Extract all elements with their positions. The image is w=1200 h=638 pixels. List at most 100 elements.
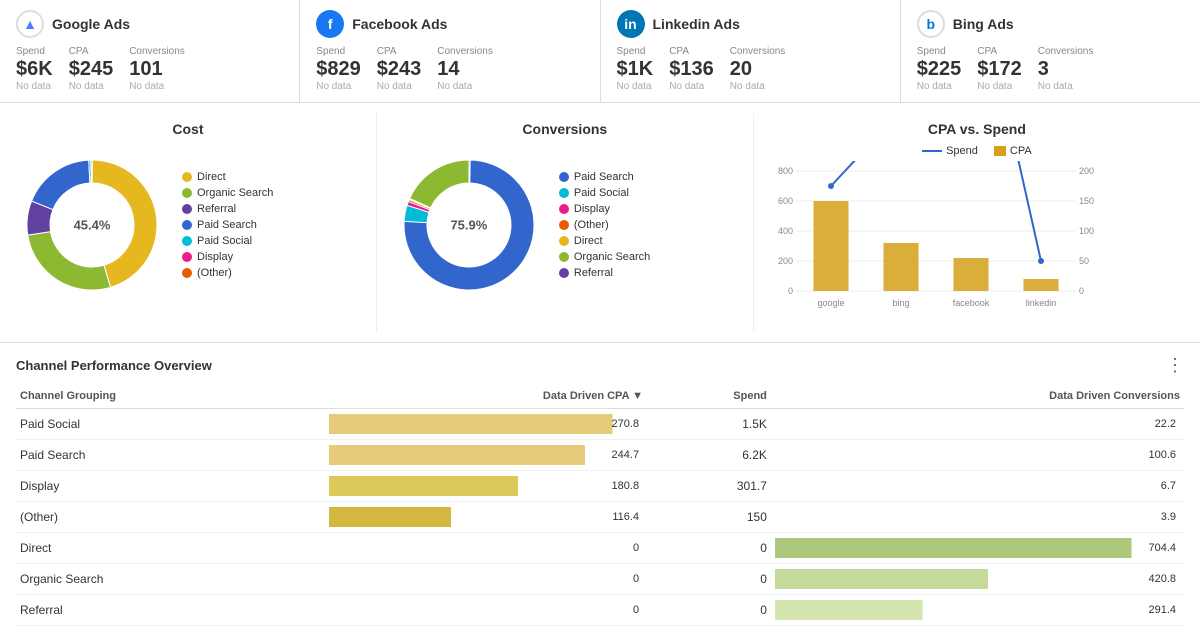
cpa-cpa-legend-item: CPA: [994, 145, 1032, 157]
legend-item: Paid Social: [559, 187, 650, 199]
metric-value: $6K: [16, 57, 53, 81]
metric-value: $172: [977, 57, 1022, 81]
linkedin-icon: in: [617, 10, 645, 38]
cpa-legend: Spend CPA: [766, 145, 1188, 157]
svg-text:google: google: [817, 298, 844, 308]
ad-card-facebook: f Facebook Ads Spend $829 No data CPA $2…: [300, 0, 600, 102]
table-row: Referral00291.4: [16, 595, 1184, 626]
metric-col-2: Conversions 20 No data: [730, 46, 786, 92]
metric-col-1: CPA $136 No data: [669, 46, 714, 92]
conv-bar-cell: 6.7: [771, 471, 1184, 502]
card-metrics: Spend $829 No data CPA $243 No data Conv…: [316, 46, 583, 92]
ad-card-bing: b Bing Ads Spend $225 No data CPA $172 N…: [901, 0, 1200, 102]
spend-cell: 150: [647, 502, 771, 533]
legend-dot: [559, 252, 569, 262]
conv-bar-cell: 100.6: [771, 440, 1184, 471]
conv-bar-cell: 704.4: [771, 533, 1184, 564]
table-title: Channel Performance Overview: [16, 358, 212, 373]
metric-sub: No data: [129, 81, 185, 92]
metric-sub: No data: [377, 81, 422, 92]
legend-item: Direct: [559, 235, 650, 247]
legend-item: Organic Search: [559, 251, 650, 263]
legend-item: Referral: [559, 267, 650, 279]
metric-sub: No data: [730, 81, 786, 92]
legend-item: (Other): [182, 267, 273, 279]
cpa-bar: 0: [329, 569, 643, 589]
cpa-chart-area: 8002006001504001002005000googlebingfaceb…: [766, 161, 1188, 324]
metric-label: Spend: [617, 46, 654, 57]
card-header: f Facebook Ads: [316, 10, 583, 38]
conv-legend: Paid Search Paid Social Display (Other) Dire…: [559, 171, 650, 279]
table-menu-icon[interactable]: ⋮: [1166, 355, 1184, 376]
conv-bar: 420.8: [775, 569, 1180, 589]
legend-dot: [559, 268, 569, 278]
cost-chart-title: Cost: [12, 121, 364, 137]
table-head: Channel GroupingData Driven CPA ▼SpendDa…: [16, 384, 1184, 409]
metric-col-0: Spend $1K No data: [617, 46, 654, 92]
card-title: Linkedin Ads: [653, 16, 740, 32]
spend-cell: 0: [647, 595, 771, 626]
col-header-1[interactable]: Data Driven CPA ▼: [325, 384, 647, 409]
metric-sub: No data: [316, 81, 361, 92]
metric-sub: No data: [16, 81, 53, 92]
cost-chart-section: Cost 45.4% DirectOrganic SearchReferralP…: [0, 113, 377, 332]
legend-dot: [559, 188, 569, 198]
legend-label: Referral: [574, 267, 613, 279]
table-section: Channel Performance Overview ⋮ Channel G…: [0, 343, 1200, 638]
svg-text:0: 0: [788, 286, 793, 296]
metric-value: 20: [730, 57, 786, 81]
card-header: b Bing Ads: [917, 10, 1184, 38]
ad-card-google: ▲ Google Ads Spend $6K No data CPA $245 …: [0, 0, 300, 102]
metric-label: Conversions: [730, 46, 786, 57]
metric-value: $245: [69, 57, 114, 81]
conv-bar-cell: 291.4: [771, 595, 1184, 626]
svg-text:facebook: facebook: [952, 298, 989, 308]
spend-cell: 1.5K: [647, 409, 771, 440]
metric-label: Conversions: [437, 46, 493, 57]
metric-label: CPA: [69, 46, 114, 57]
card-metrics: Spend $1K No data CPA $136 No data Conve…: [617, 46, 884, 92]
legend-label: Organic Search: [197, 187, 273, 199]
spend-cell: 301.7: [647, 471, 771, 502]
svg-text:0: 0: [1079, 286, 1084, 296]
legend-label: Paid Search: [574, 171, 634, 183]
metric-value: $829: [316, 57, 361, 81]
legend-item: Paid Search: [182, 219, 273, 231]
legend-item: Display: [559, 203, 650, 215]
card-title: Google Ads: [52, 16, 130, 32]
legend-label: Direct: [197, 171, 226, 183]
cpa-bar-cell: 270.8: [325, 409, 647, 440]
legend-item: Organic Search: [182, 187, 273, 199]
cpa-bar: 0: [329, 600, 643, 620]
table-row: (Other)116.41503.9: [16, 502, 1184, 533]
col-header-2: Spend: [647, 384, 771, 409]
channel-name: Display: [16, 471, 325, 502]
cpa-bar: 116.4: [329, 507, 643, 527]
channel-name: Direct: [16, 533, 325, 564]
svg-text:linkedin: linkedin: [1025, 298, 1056, 308]
col-header-3: Data Driven Conversions: [771, 384, 1184, 409]
svg-text:800: 800: [778, 166, 793, 176]
google-icon: ▲: [16, 10, 44, 38]
metric-col-1: CPA $245 No data: [69, 46, 114, 92]
legend-dot: [559, 172, 569, 182]
legend-dot: [182, 172, 192, 182]
cpa-cpa-label: CPA: [1010, 145, 1032, 157]
legend-dot: [182, 220, 192, 230]
legend-label: (Other): [574, 219, 609, 231]
conv-bar: 704.4: [775, 538, 1180, 558]
cpa-bar: 270.8: [329, 414, 643, 434]
legend-label: Paid Social: [574, 187, 629, 199]
metric-label: Spend: [917, 46, 962, 57]
conversions-chart-section: Conversions 75.9% Paid SearchPaid Social…: [377, 113, 754, 332]
cpa-bar-cell: 180.8: [325, 471, 647, 502]
metric-sub: No data: [977, 81, 1022, 92]
svg-text:bing: bing: [892, 298, 909, 308]
cpa-spend-label: Spend: [946, 145, 978, 157]
cost-donut: 45.4%: [12, 145, 172, 305]
metric-sub: No data: [917, 81, 962, 92]
cpa-bar-cell: 0: [325, 595, 647, 626]
metric-label: CPA: [669, 46, 714, 57]
legend-dot: [182, 268, 192, 278]
table-row: Paid Search244.76.2K100.6: [16, 440, 1184, 471]
